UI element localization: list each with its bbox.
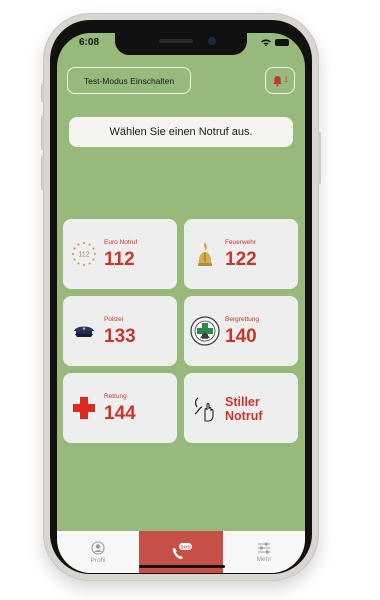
- phone-frame: 6:08 Test-Modus Einschalten 1 Wählen Sie…: [41, 14, 321, 580]
- phone-volume-down-button: [41, 156, 44, 190]
- phone-power-button: [318, 132, 321, 184]
- euro-stars-icon: 112: [69, 239, 99, 269]
- home-indicator[interactable]: [139, 565, 225, 568]
- speaker-grille: [159, 39, 193, 43]
- app-screen: 6:08 Test-Modus Einschalten 1 Wählen Sie…: [57, 33, 305, 573]
- card-number: 140: [225, 326, 257, 347]
- card-polizei[interactable]: Polizei 133: [63, 296, 177, 366]
- card-label: Polizei: [104, 316, 124, 323]
- tab-bar: Profil SOS Mehr: [57, 531, 305, 573]
- police-cap-icon: [69, 316, 99, 346]
- card-number: 133: [104, 326, 136, 347]
- card-stiller-notruf[interactable]: Stiller Notruf: [184, 373, 298, 443]
- status-time: 6:08: [79, 37, 100, 48]
- card-number: 112: [104, 249, 135, 270]
- tab-profil[interactable]: Profil: [57, 531, 139, 573]
- card-feuerwehr[interactable]: Feuerwehr 122: [184, 219, 298, 289]
- phone-volume-up-button: [41, 116, 44, 150]
- fire-helmet-icon: [190, 239, 220, 269]
- sos-phone-icon: SOS: [172, 543, 192, 559]
- status-icons: [261, 39, 289, 46]
- mountain-rescue-icon: [190, 316, 220, 346]
- card-bergrettung[interactable]: Bergrettung 140: [184, 296, 298, 366]
- tab-label: Profil: [90, 556, 106, 564]
- card-rettung[interactable]: Rettung 144: [63, 373, 177, 443]
- card-label: Euro Notruf: [104, 239, 138, 246]
- battery-icon: [275, 39, 289, 46]
- instruction-banner: Wählen Sie einen Notruf aus.: [69, 117, 293, 147]
- phone-mute-button: [41, 84, 44, 102]
- test-mode-button[interactable]: Test-Modus Einschalten: [67, 67, 191, 94]
- silent-hand-icon: [190, 393, 220, 423]
- profile-icon: [91, 540, 105, 555]
- card-number: 122: [225, 249, 257, 270]
- wifi-icon: [261, 39, 271, 46]
- red-cross-icon: [69, 393, 99, 423]
- card-label: Rettung: [104, 393, 127, 400]
- card-number: Stiller Notruf: [225, 395, 263, 423]
- euro-icon-text: 112: [78, 252, 89, 259]
- card-label: Feuerwehr: [225, 239, 257, 246]
- front-camera: [208, 37, 216, 45]
- sos-badge: SOS: [180, 544, 191, 550]
- bell-icon: [273, 75, 282, 86]
- card-number: 144: [104, 403, 136, 424]
- card-euro-notruf[interactable]: 112 Euro Notruf 112: [63, 219, 177, 289]
- sliders-icon: [258, 542, 270, 553]
- notch: [115, 33, 247, 55]
- tab-mehr[interactable]: Mehr: [223, 531, 305, 573]
- notification-count: 1: [284, 77, 288, 84]
- tab-label: Mehr: [256, 555, 272, 563]
- card-label: Bergrettung: [225, 316, 259, 323]
- notifications-button[interactable]: 1: [265, 67, 295, 94]
